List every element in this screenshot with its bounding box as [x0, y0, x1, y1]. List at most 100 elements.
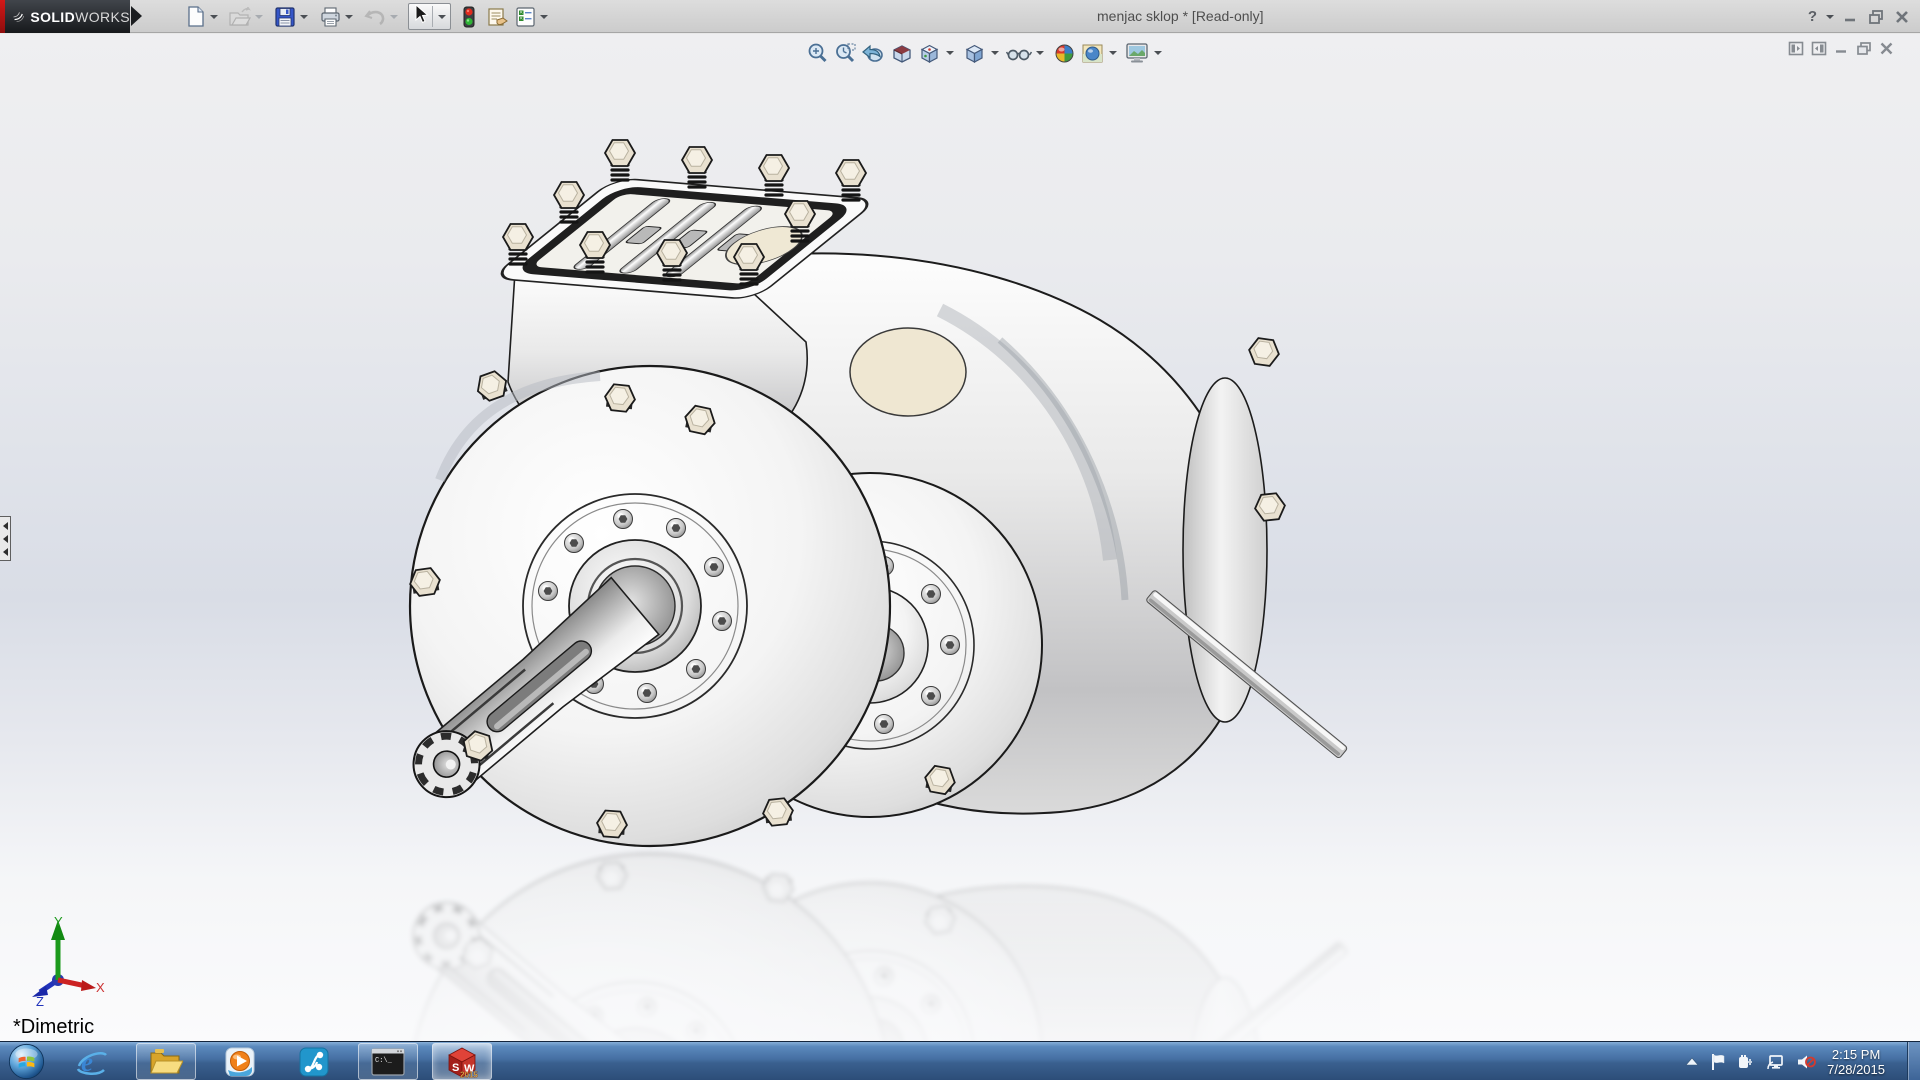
- solidworks-logo[interactable]: SOLIDWORKS: [5, 0, 130, 33]
- action-center-flag-icon[interactable]: [1710, 1053, 1726, 1071]
- tray-time: 2:15 PM: [1827, 1047, 1885, 1062]
- folder-icon: [149, 1047, 183, 1077]
- display-style-dropdown[interactable]: [991, 51, 999, 55]
- zoom-to-fit-button[interactable]: [804, 40, 830, 66]
- command-prompt-icon: C:\_: [371, 1048, 405, 1076]
- logo-text: SOLIDWORKS: [30, 9, 130, 25]
- network-icon[interactable]: [1766, 1053, 1785, 1071]
- open-icon: [228, 5, 252, 29]
- flyout-arrow-icon: [3, 522, 8, 530]
- select-separator: [432, 6, 433, 27]
- taskbar-share-app[interactable]: [284, 1043, 344, 1080]
- display-style-button[interactable]: [961, 40, 987, 66]
- new-button[interactable]: [183, 5, 224, 29]
- taskbar-internet-explorer[interactable]: e: [62, 1043, 122, 1080]
- power-plug-icon[interactable]: [1737, 1053, 1755, 1071]
- undo-button[interactable]: [363, 5, 404, 29]
- share-app-icon: [298, 1046, 330, 1078]
- gearbox-body: [397, 140, 1347, 846]
- file-properties-icon: [485, 5, 509, 29]
- reference-triad[interactable]: Y X Z: [18, 912, 108, 1008]
- titlebar-controls: ?: [1808, 0, 1910, 33]
- open-dropdown[interactable]: [255, 15, 263, 19]
- svg-text:S: S: [452, 1062, 459, 1074]
- svg-text:X: X: [96, 980, 105, 995]
- taskbar-solidworks[interactable]: S W 2015: [432, 1043, 492, 1080]
- new-icon: [183, 5, 207, 29]
- options-dropdown[interactable]: [540, 15, 548, 19]
- taskbar-clock[interactable]: 2:15 PM 7/28/2015: [1827, 1047, 1885, 1077]
- save-icon: [273, 5, 297, 29]
- save-dropdown[interactable]: [300, 15, 308, 19]
- show-hidden-icons-button[interactable]: [1685, 1057, 1699, 1067]
- restore-button[interactable]: [1868, 9, 1885, 25]
- solidworks-2015-icon: S W 2015: [446, 1046, 478, 1078]
- solidworks-window: SOLIDWORKS: [0, 0, 1920, 1080]
- standard-toolbar: [183, 2, 558, 31]
- rebuild-button[interactable]: [457, 5, 481, 29]
- zoom-to-area-button[interactable]: [832, 40, 858, 66]
- taskbar: e: [0, 1041, 1920, 1080]
- apply-scene-button[interactable]: [1079, 40, 1105, 66]
- print-icon: [318, 5, 342, 29]
- undo-dropdown[interactable]: [390, 15, 398, 19]
- show-desktop-button[interactable]: [1907, 1042, 1920, 1080]
- apply-scene-dropdown[interactable]: [1109, 51, 1117, 55]
- select-icon: [411, 4, 429, 29]
- volume-muted-icon[interactable]: [1796, 1053, 1816, 1071]
- document-title: menjac sklop * [Read-only]: [1097, 8, 1264, 24]
- start-button[interactable]: [8, 1043, 45, 1080]
- svg-text:2015: 2015: [460, 1070, 478, 1078]
- internet-explorer-icon: e: [76, 1046, 108, 1078]
- tray-date: 7/28/2015: [1827, 1062, 1885, 1077]
- options-icon: [513, 5, 537, 29]
- view-orientation-button[interactable]: [916, 40, 942, 66]
- system-tray: 2:15 PM 7/28/2015: [1685, 1042, 1904, 1080]
- select-dropdown[interactable]: [438, 15, 446, 19]
- open-button[interactable]: [228, 5, 269, 29]
- svg-text:C:\_: C:\_: [375, 1057, 393, 1065]
- rebuild-traffic-light-icon: [457, 5, 481, 29]
- heads-up-view-toolbar: [803, 38, 1168, 68]
- previous-view-button[interactable]: [860, 40, 886, 66]
- hide-show-items-dropdown[interactable]: [1036, 51, 1044, 55]
- select-button[interactable]: [408, 3, 451, 30]
- view-settings-dropdown[interactable]: [1154, 51, 1162, 55]
- media-player-icon: [224, 1046, 256, 1078]
- svg-text:Y: Y: [54, 914, 63, 929]
- undo-icon: [363, 5, 387, 29]
- options-button[interactable]: [513, 5, 554, 29]
- help-button[interactable]: ?: [1808, 8, 1817, 25]
- feature-pane-flyout-tab[interactable]: [0, 516, 11, 561]
- print-dropdown[interactable]: [345, 15, 353, 19]
- section-view-button[interactable]: [888, 40, 914, 66]
- collapse-left-pane-button[interactable]: [1788, 41, 1804, 56]
- taskbar-command-prompt[interactable]: C:\_: [358, 1043, 418, 1080]
- menu-flyout-arrow[interactable]: [131, 6, 142, 26]
- triad-y-axis: Y: [51, 914, 65, 980]
- taskbar-windows-explorer[interactable]: [136, 1043, 196, 1080]
- view-orientation-dropdown[interactable]: [946, 51, 954, 55]
- document-close-button[interactable]: [1879, 41, 1894, 56]
- file-properties-button[interactable]: [485, 5, 509, 29]
- solidworks-logo-icon: [13, 7, 24, 27]
- triad-z-label: Z: [36, 994, 44, 1008]
- graphics-area[interactable]: Y X Z *Dimetric: [0, 34, 1920, 1041]
- help-dropdown[interactable]: [1826, 15, 1834, 19]
- close-button[interactable]: [1894, 9, 1910, 25]
- document-restore-button[interactable]: [1856, 41, 1872, 56]
- taskbar-media-player[interactable]: [210, 1043, 270, 1080]
- document-window-controls: [1788, 41, 1894, 56]
- expand-right-pane-button[interactable]: [1811, 41, 1827, 56]
- flyout-arrow-icon: [3, 548, 8, 556]
- hide-show-items-button[interactable]: [1006, 40, 1032, 66]
- edit-appearance-button[interactable]: [1051, 40, 1077, 66]
- print-button[interactable]: [318, 5, 359, 29]
- view-settings-button[interactable]: [1124, 40, 1150, 66]
- view-orientation-label: *Dimetric: [13, 1016, 94, 1039]
- minimize-button[interactable]: [1843, 9, 1859, 25]
- gearbox-assembly-3d-model[interactable]: [380, 80, 1380, 1041]
- save-button[interactable]: [273, 5, 314, 29]
- new-dropdown[interactable]: [210, 15, 218, 19]
- document-minimize-button[interactable]: [1834, 41, 1849, 56]
